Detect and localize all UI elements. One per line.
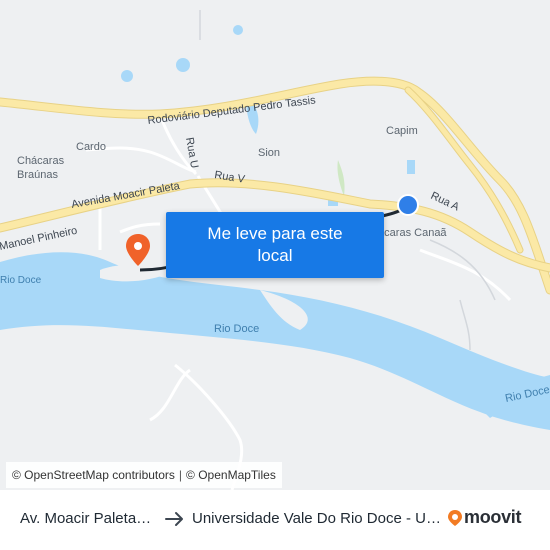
place-label-cardo: Cardo bbox=[76, 141, 106, 153]
green-area bbox=[337, 160, 345, 196]
osm-attribution-link[interactable]: © OpenStreetMap contributors bbox=[12, 468, 175, 482]
pond bbox=[121, 70, 133, 82]
origin-marker[interactable] bbox=[397, 194, 419, 216]
map[interactable]: Cardo Chácaras Braúnas Sion Capim Chácar… bbox=[0, 0, 550, 490]
openmaptiles-attribution-link[interactable]: © OpenMapTiles bbox=[186, 468, 276, 482]
moovit-logo[interactable]: moovit bbox=[448, 507, 522, 528]
pond bbox=[407, 160, 415, 174]
map-pin-icon[interactable] bbox=[126, 234, 150, 266]
river-rio-doce bbox=[0, 252, 550, 430]
map-attribution: © OpenStreetMap contributors | © OpenMap… bbox=[6, 462, 282, 488]
take-me-here-label: Me leve para este local bbox=[207, 224, 343, 265]
origin-stop-name: Av. Moacir Paleta, 1600 bbox=[20, 510, 154, 527]
pond bbox=[176, 58, 190, 72]
place-label-sion: Sion bbox=[258, 147, 280, 159]
water-label-rio-doce: Rio Doce bbox=[0, 275, 42, 286]
attribution-separator: | bbox=[178, 468, 183, 482]
pond bbox=[233, 25, 243, 35]
arrow-right-icon bbox=[165, 512, 183, 526]
water-label-rio-doce: Rio Doce bbox=[214, 323, 259, 335]
destination-name: Universidade Vale Do Rio Doce - Univale bbox=[192, 510, 442, 527]
route-footer: Av. Moacir Paleta, 1600 Universidade Val… bbox=[0, 490, 550, 550]
moovit-pin-icon bbox=[448, 509, 462, 526]
road-label-avenida-moacir-paleta: Avenida Moacir Paleta bbox=[70, 180, 181, 211]
moovit-wordmark: moovit bbox=[464, 507, 522, 527]
take-me-here-button[interactable]: Me leve para este local bbox=[166, 212, 384, 278]
place-label-capim: Capim bbox=[386, 125, 418, 137]
place-label-braunas: Braúnas bbox=[17, 169, 58, 181]
place-label-chacaras: Chácaras bbox=[17, 155, 65, 167]
